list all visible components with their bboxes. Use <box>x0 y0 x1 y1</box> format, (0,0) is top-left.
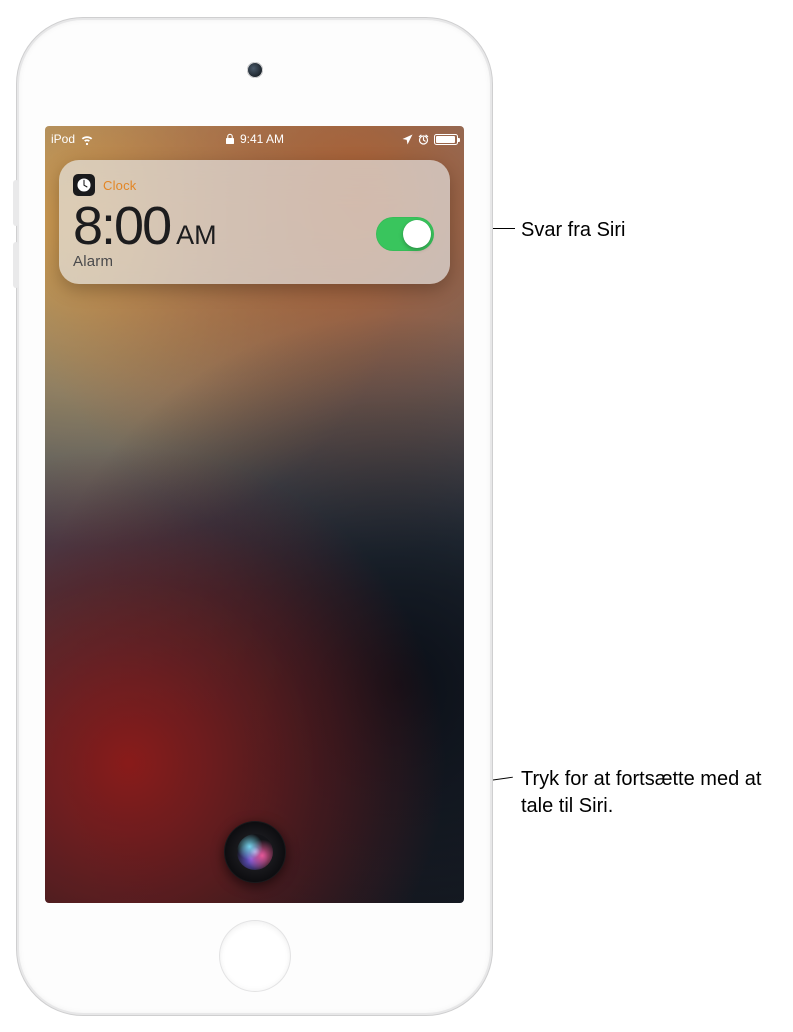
alarm-toggle[interactable] <box>376 217 434 251</box>
callout-tap-to-continue: Tryk for at fortsætte med at tale til Si… <box>521 766 786 820</box>
front-camera <box>247 62 263 78</box>
battery-icon <box>434 134 458 145</box>
clock-app-icon <box>73 174 95 196</box>
lock-screen: iPod 9:41 AM <box>45 126 464 903</box>
volume-up-button[interactable] <box>13 180 19 226</box>
clock-time: 9:41 AM <box>240 132 284 146</box>
device-frame: iPod 9:41 AM <box>19 20 490 1013</box>
alarm-label: Alarm <box>73 253 217 270</box>
status-bar: iPod 9:41 AM <box>51 130 458 148</box>
home-button[interactable] <box>220 921 290 991</box>
app-name-label: Clock <box>103 178 137 193</box>
clock-notification[interactable]: Clock 8:00 AM Alarm <box>59 160 450 284</box>
callout-siri-response: Svar fra Siri <box>521 217 625 244</box>
volume-down-button[interactable] <box>13 242 19 288</box>
alarm-time: 8:00 <box>73 198 170 255</box>
alarm-ampm: AM <box>176 220 217 251</box>
siri-button[interactable] <box>224 821 286 883</box>
lock-icon <box>225 133 235 145</box>
siri-orb-icon <box>237 834 273 870</box>
